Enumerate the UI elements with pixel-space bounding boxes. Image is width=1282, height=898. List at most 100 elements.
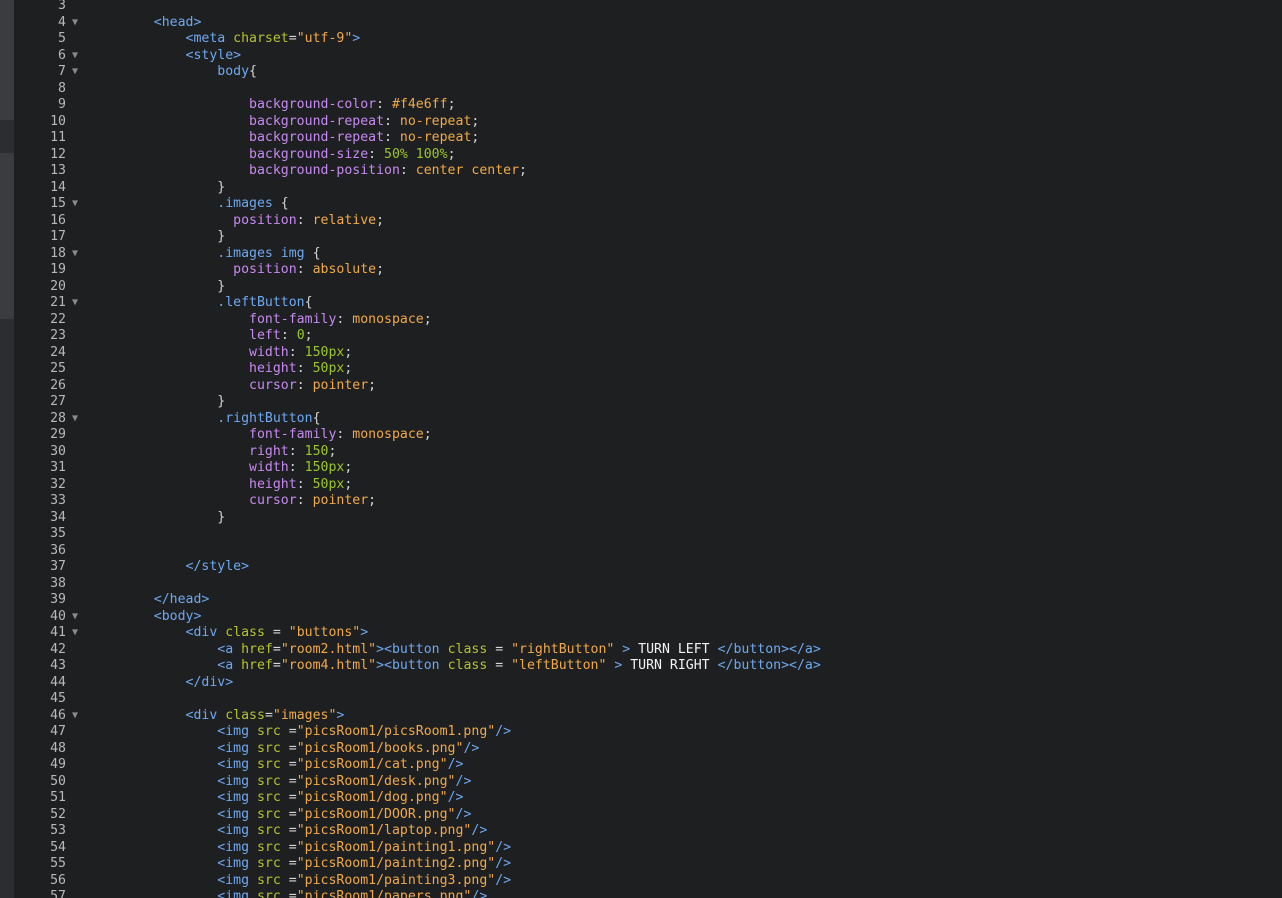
code-token: "images": [272, 707, 337, 723]
code-token: <style>: [185, 47, 242, 63]
code-line[interactable]: 30 right: 150;: [14, 444, 1282, 461]
code-line[interactable]: 53 <img src ="picsRoom1/laptop.png"/>: [14, 823, 1282, 840]
code-line[interactable]: 39 </head>: [14, 592, 1282, 609]
code-line[interactable]: 49 <img src ="picsRoom1/cat.png"/>: [14, 757, 1282, 774]
code-line[interactable]: 21 ▼ .leftButton{: [14, 295, 1282, 312]
code-line[interactable]: 51 <img src ="picsRoom1/dog.png"/>: [14, 790, 1282, 807]
code-line[interactable]: 15 ▼ .images {: [14, 196, 1282, 213]
line-number: 15: [50, 196, 66, 211]
code-line[interactable]: 17 }: [14, 229, 1282, 246]
fold-arrow-icon[interactable]: ▼: [72, 15, 84, 32]
code-line[interactable]: 13 background-position: center center;: [14, 163, 1282, 180]
code-line[interactable]: 31 width: 150px;: [14, 460, 1282, 477]
code-line[interactable]: 3: [14, 0, 1282, 15]
code-line[interactable]: 5 <meta charset="utf-9">: [14, 31, 1282, 48]
code-line[interactable]: 19 position: absolute;: [14, 262, 1282, 279]
fold-arrow-icon[interactable]: ▼: [72, 708, 84, 725]
line-source: <div class="images">: [122, 707, 345, 725]
code-line[interactable]: 16 position: relative;: [14, 213, 1282, 230]
code-token: =: [487, 658, 512, 673]
fold-arrow-icon[interactable]: ▼: [72, 246, 84, 263]
fold-arrow-icon[interactable]: ▼: [72, 196, 84, 213]
code-area[interactable]: 3 4 ▼ <head> 5 <meta charset="utf-9"> 6 ▼ <st…: [14, 0, 1282, 898]
code-token: "picsRoom1/painting1.png": [296, 839, 496, 855]
code-line[interactable]: 12 background-size: 50% 100%;: [14, 147, 1282, 164]
code-editor[interactable]: 3 4 ▼ <head> 5 <meta charset="utf-9"> 6 ▼ <st…: [0, 0, 1282, 898]
code-line[interactable]: 27 }: [14, 394, 1282, 411]
code-token: }: [217, 394, 226, 409]
code-line[interactable]: 54 <img src ="picsRoom1/painting1.png"/>: [14, 840, 1282, 857]
code-line[interactable]: 11 background-repeat: no-repeat;: [14, 130, 1282, 147]
code-token: background-repeat: [249, 130, 385, 145]
code-token: />: [495, 724, 512, 739]
code-line[interactable]: 40 ▼ <body>: [14, 609, 1282, 626]
code-line[interactable]: 38: [14, 576, 1282, 593]
code-line[interactable]: 41 ▼ <div class = "buttons">: [14, 625, 1282, 642]
code-line[interactable]: 47 <img src ="picsRoom1/picsRoom1.png"/>: [14, 724, 1282, 741]
line-number: 40: [50, 608, 66, 624]
code-line[interactable]: 4 ▼ <head>: [14, 15, 1282, 32]
line-number: 42: [50, 641, 66, 657]
code-line[interactable]: 46 ▼ <div class="images">: [14, 708, 1282, 725]
code-token: </button></a>: [709, 641, 821, 657]
line-source: <img src ="picsRoom1/desk.png"/>: [122, 774, 471, 791]
code-line[interactable]: 9 background-color: #f4e6ff;: [14, 97, 1282, 114]
code-line[interactable]: 55 <img src ="picsRoom1/painting2.png"/>: [14, 856, 1282, 873]
code-line[interactable]: 8: [14, 81, 1282, 98]
fold-arrow-icon[interactable]: ▼: [72, 609, 84, 626]
code-line[interactable]: 50 <img src ="picsRoom1/desk.png"/>: [14, 774, 1282, 791]
code-line[interactable]: 28 ▼ .rightButton{: [14, 411, 1282, 428]
fold-arrow-icon[interactable]: ▼: [72, 48, 84, 65]
code-line[interactable]: 43 <a href="room4.html"><button class = …: [14, 658, 1282, 675]
fold-arrow-icon[interactable]: ▼: [72, 625, 84, 642]
code-line[interactable]: 45: [14, 691, 1282, 708]
code-line[interactable]: 52 <img src ="picsRoom1/DOOR.png"/>: [14, 807, 1282, 824]
code-line[interactable]: 24 width: 150px;: [14, 345, 1282, 362]
code-token: =: [280, 872, 297, 888]
fold-arrow-icon[interactable]: ▼: [72, 411, 84, 428]
code-line[interactable]: 33 cursor: pointer;: [14, 493, 1282, 510]
code-token: cursor: [249, 377, 297, 393]
code-token: ;: [471, 130, 480, 145]
fold-arrow-icon[interactable]: ▼: [72, 64, 84, 81]
code-token: "picsRoom1/painting3.png": [296, 872, 496, 888]
code-line[interactable]: 25 height: 50px;: [14, 361, 1282, 378]
code-token: "picsRoom1/papers.png": [296, 889, 472, 898]
fold-arrow-icon[interactable]: ▼: [72, 295, 84, 312]
code-line[interactable]: 37 </style>: [14, 559, 1282, 576]
code-line[interactable]: 10 background-repeat: no-repeat;: [14, 114, 1282, 131]
code-token: ;: [344, 361, 353, 376]
code-line[interactable]: 57 <img src ="picsRoom1/papers.png"/>: [14, 889, 1282, 898]
code-line[interactable]: 44 </div>: [14, 675, 1282, 692]
code-line[interactable]: 7 ▼ body{: [14, 64, 1282, 81]
code-line[interactable]: 23 left: 0;: [14, 328, 1282, 345]
code-token: height: [249, 476, 297, 492]
code-line[interactable]: 34 }: [14, 510, 1282, 527]
code-line[interactable]: 22 font-family: monospace;: [14, 312, 1282, 329]
code-token: <img: [217, 790, 257, 805]
code-line[interactable]: 26 cursor: pointer;: [14, 378, 1282, 395]
code-line[interactable]: 32 height: 50px;: [14, 477, 1282, 494]
code-line[interactable]: 6 ▼ <style>: [14, 48, 1282, 65]
code-line[interactable]: 42 <a href="room2.html"><button class = …: [14, 642, 1282, 659]
code-line[interactable]: 56 <img src ="picsRoom1/painting3.png"/>: [14, 873, 1282, 890]
code-line[interactable]: 14 }: [14, 180, 1282, 197]
code-token: "leftButton": [511, 658, 607, 673]
code-line[interactable]: 35: [14, 526, 1282, 543]
code-line[interactable]: 36: [14, 543, 1282, 560]
code-line[interactable]: 29 font-family: monospace;: [14, 427, 1282, 444]
code-line[interactable]: 48 <img src ="picsRoom1/books.png"/>: [14, 741, 1282, 758]
line-source: <img src ="picsRoom1/cat.png"/>: [122, 757, 463, 774]
code-token: position: [233, 212, 297, 228]
code-line[interactable]: 18 ▼ .images img {: [14, 246, 1282, 263]
code-line[interactable]: 20 }: [14, 279, 1282, 296]
